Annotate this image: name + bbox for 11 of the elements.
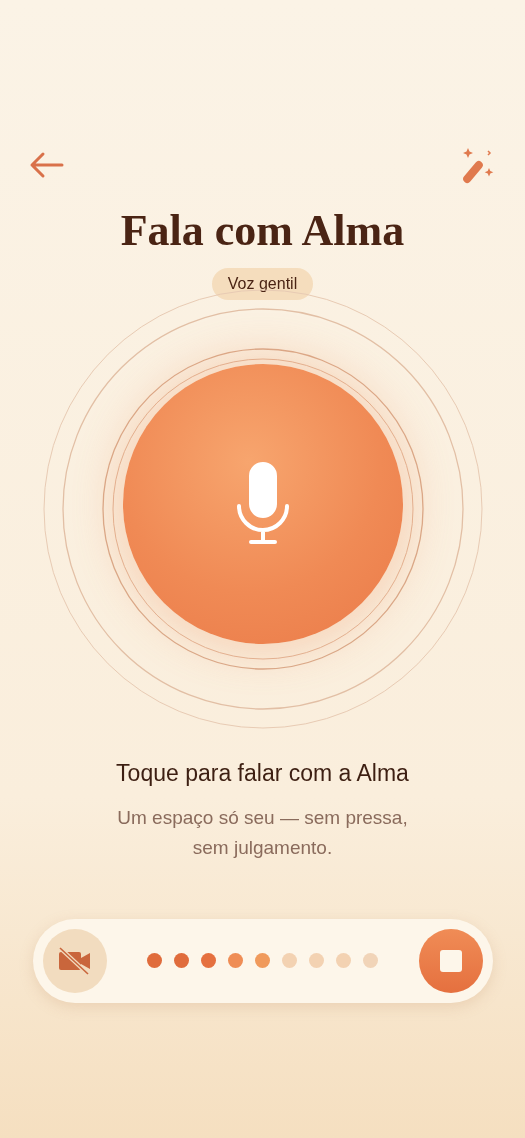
back-arrow-icon [29, 151, 65, 179]
microphone-button[interactable] [122, 364, 403, 644]
stop-icon [439, 949, 462, 972]
camera-off-icon [56, 945, 93, 976]
prompt-text: Toque para falar com a Alma [116, 759, 409, 788]
page-title: Fala com Alma [120, 205, 405, 257]
subtitle-text: Um espaço só seu — sem pressa, sem julgamento. [116, 805, 409, 860]
microphone-icon [234, 462, 291, 546]
stop-button[interactable] [418, 928, 483, 993]
camera-toggle-button[interactable] [42, 928, 107, 993]
voice-badge: Voz gentil [211, 268, 314, 300]
